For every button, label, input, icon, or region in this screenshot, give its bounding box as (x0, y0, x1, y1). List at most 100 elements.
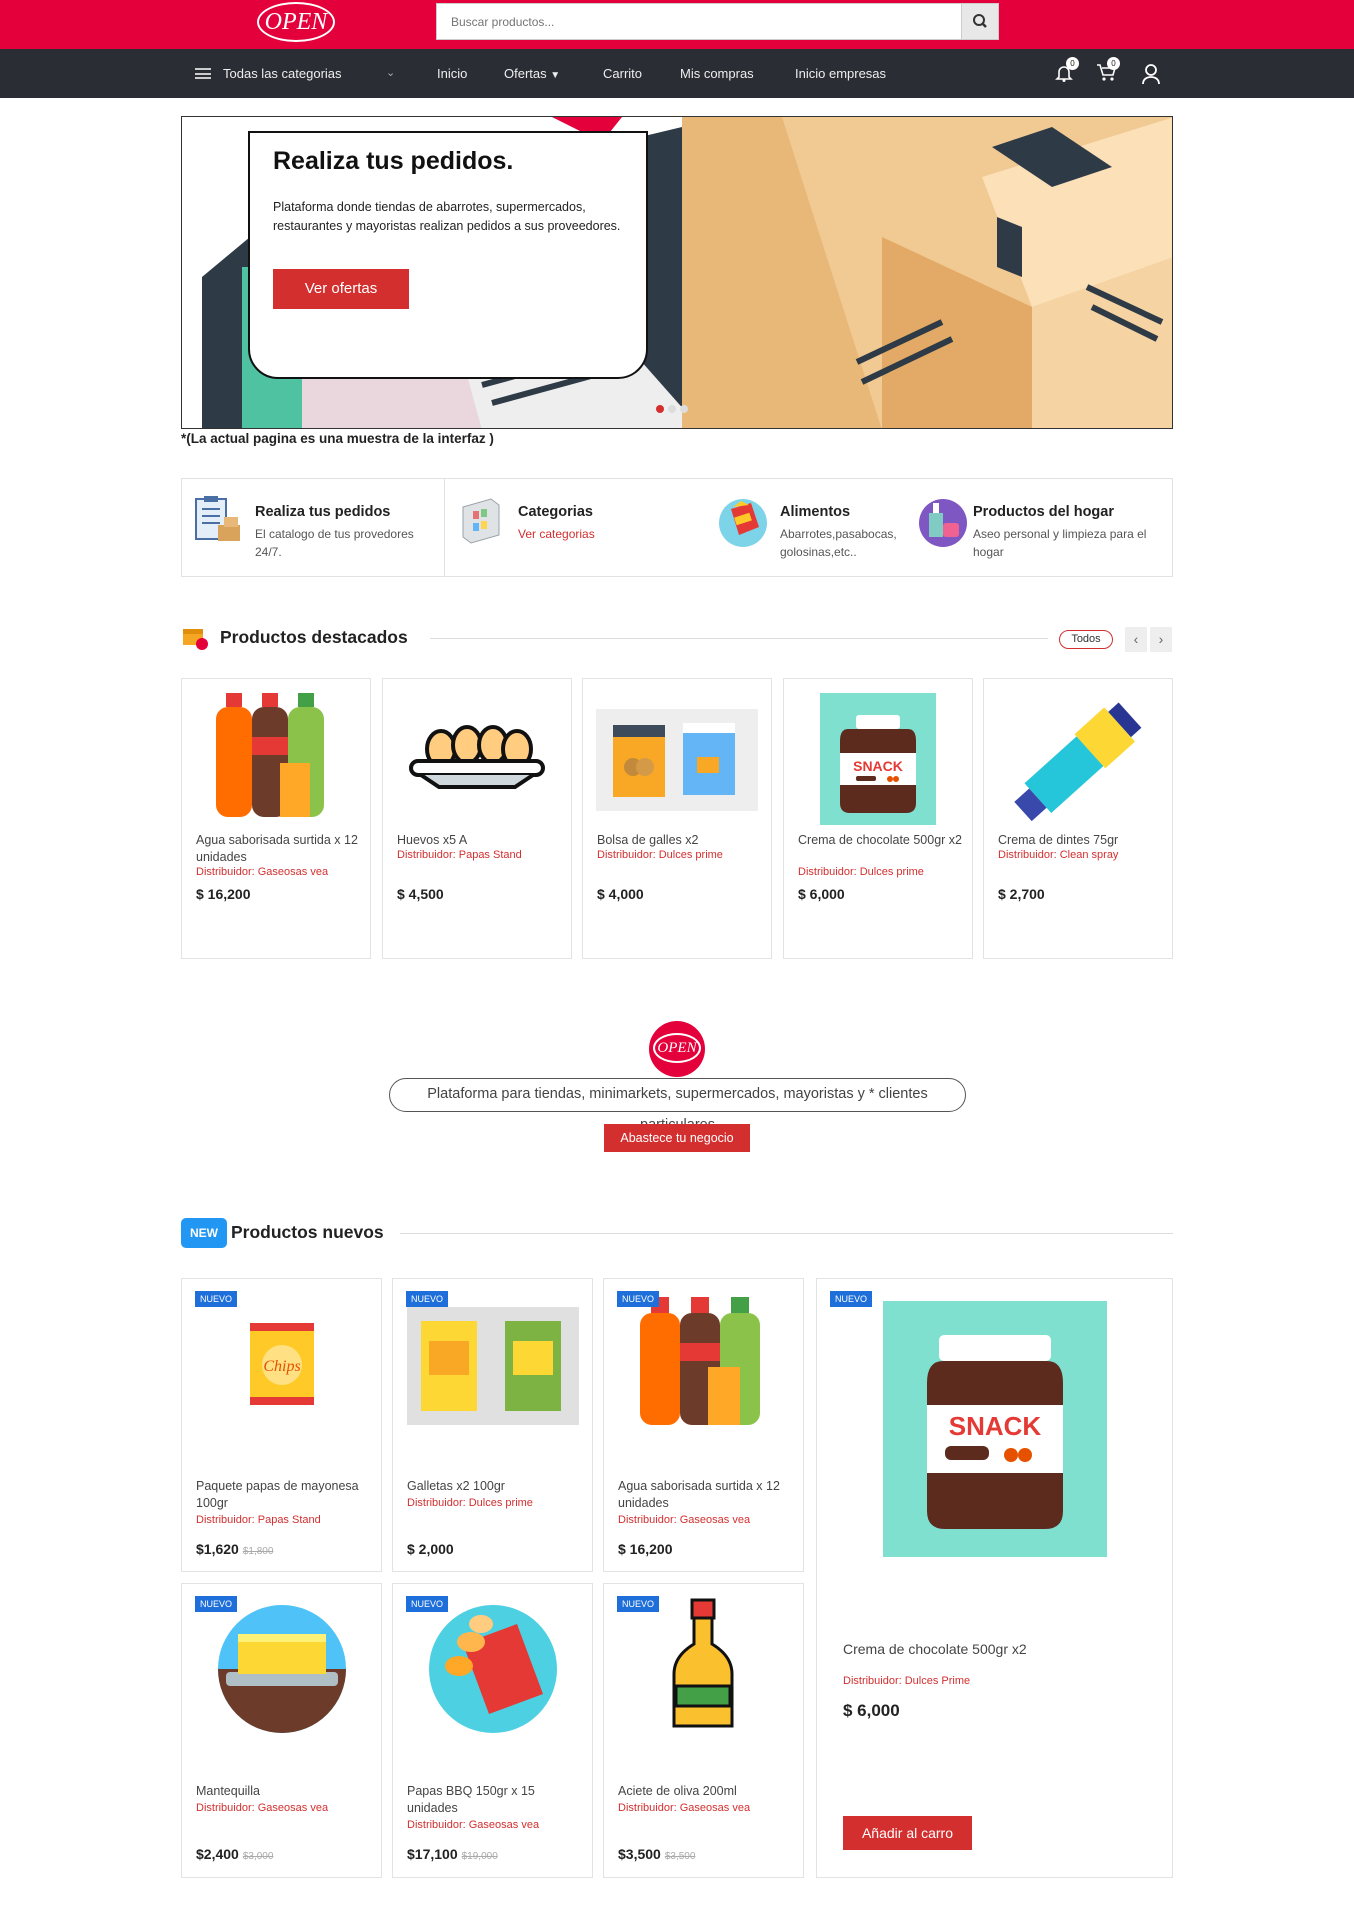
product-card[interactable]: NUEVO Chips Paquete papas de mayonesa 10… (181, 1278, 382, 1572)
clipboard-icon (195, 496, 240, 541)
product-card[interactable]: SNACK Crema de chocolate 500gr x2 Distri… (783, 678, 973, 959)
prev-arrow-button[interactable]: ‹ (1125, 627, 1147, 652)
nav-inicio-empresas[interactable]: Inicio empresas (795, 49, 886, 98)
svg-text:SNACK: SNACK (949, 1411, 1042, 1441)
categories-label: Todas las categorias (223, 66, 342, 81)
product-card[interactable]: Crema de dintes 75gr Distribuidor: Clean… (983, 678, 1173, 959)
hero-description: Plataforma donde tiendas de abarrotes, s… (273, 200, 621, 233)
product-distributor: Distribuidor: Dulces Prime (843, 1675, 971, 1687)
new-tag: NUEVO (617, 1596, 660, 1612)
new-tag: NUEVO (195, 1596, 238, 1612)
feature-hogar[interactable]: Productos del hogar Aseo personal y limp… (907, 479, 1172, 576)
product-card[interactable]: Agua saborisada surtida x 12 unidades Di… (181, 678, 371, 959)
search-button[interactable] (961, 4, 998, 39)
product-name[interactable]: Crema de chocolate 500gr x2 (798, 832, 963, 849)
promo-logo-text: OPEN (653, 1033, 701, 1063)
product-name[interactable]: Paquete papas de mayonesa 100gr (196, 1478, 376, 1512)
nav-carrito[interactable]: Carrito (603, 49, 642, 98)
featured-icon (183, 629, 208, 650)
product-distributor: Distribuidor: Papas Stand (397, 849, 522, 861)
product-name[interactable]: Crema de dintes 75gr (998, 832, 1118, 849)
product-card[interactable]: NUEVO Galletas x2 100gr Distribuidor: Du… (392, 1278, 593, 1572)
next-arrow-button[interactable]: › (1150, 627, 1172, 652)
product-name[interactable]: Agua saborisada surtida x 12 unidades (618, 1478, 798, 1512)
product-name[interactable]: Aciete de oliva 200ml (618, 1783, 737, 1800)
product-card[interactable]: Bolsa de galles x2 Distribuidor: Dulces … (582, 678, 772, 959)
new-tag: NUEVO (406, 1596, 449, 1612)
account-button[interactable] (1141, 63, 1165, 85)
categories-dropdown[interactable]: Todas las categorias ⌄ (195, 49, 405, 98)
product-name[interactable]: Papas BBQ 150gr x 15 unidades (407, 1783, 587, 1817)
features-bar: Realiza tus pedidos El catalogo de tus p… (181, 478, 1173, 577)
soda-bottles-image (640, 1297, 760, 1425)
product-card[interactable]: NUEVO Aciete de oliva 200ml Distribuidor… (603, 1583, 804, 1878)
product-distributor: Distribuidor: Dulces prime (798, 866, 924, 878)
product-price: $ 6,000 (843, 1701, 900, 1720)
hero-title: Realiza tus pedidos. (273, 147, 514, 175)
carousel-dot[interactable] (668, 405, 676, 413)
product-card[interactable]: NUEVO Mantequilla Distribuidor: Gaseosas… (181, 1583, 382, 1878)
price-current: $1,620 (196, 1541, 239, 1557)
product-card[interactable]: NUEVO Papas BBQ 150gr x 15 unidades Dist… (392, 1583, 593, 1878)
price-old: $3,500 (664, 1851, 696, 1862)
ver-ofertas-button[interactable]: Ver ofertas (273, 269, 409, 309)
product-distributor: Distribuidor: Dulces prime (597, 849, 723, 861)
product-price: $ 2,700 (998, 886, 1045, 902)
search-input[interactable] (437, 4, 962, 39)
todos-button[interactable]: Todos (1059, 630, 1113, 649)
price-current: $ 16,200 (618, 1541, 673, 1557)
search-bar (436, 3, 999, 40)
eggs-image (409, 725, 545, 789)
product-price: $ 16,200 (618, 1541, 673, 1557)
new-badge: NEW (181, 1218, 227, 1248)
product-price: $ 4,500 (397, 886, 444, 902)
snacks-icon (719, 499, 767, 547)
nav-ofertas-label: Ofertas (504, 66, 547, 81)
demo-note: *(La actual pagina es una muestra de la … (181, 431, 494, 446)
price-current: $ 2,000 (407, 1541, 454, 1557)
product-name[interactable]: Mantequilla (196, 1783, 260, 1800)
hero-banner: Realiza tus pedidos. Plataforma donde ti… (181, 116, 1173, 429)
add-to-cart-button[interactable]: Añadir al carro (843, 1816, 972, 1850)
new-tag: NUEVO (406, 1291, 449, 1307)
top-bar: OPEN (0, 0, 1354, 49)
logo[interactable]: OPEN (257, 2, 335, 42)
product-name[interactable]: Huevos x5 A (397, 832, 467, 849)
toothpaste-image (1014, 702, 1142, 822)
cart-button[interactable]: 0 (1096, 57, 1120, 85)
feature-pedidos[interactable]: Realiza tus pedidos El catalogo de tus p… (182, 479, 445, 576)
chocolate-jar-image: SNACK (883, 1301, 1107, 1557)
feature-categorias[interactable]: Categorias Ver categorias (445, 479, 707, 576)
soda-bottles-image (216, 693, 324, 817)
search-icon (973, 14, 987, 28)
carousel-dot[interactable] (680, 405, 688, 413)
butter-image (218, 1605, 346, 1733)
nav-inicio[interactable]: Inicio (437, 49, 467, 98)
product-distributor: Distribuidor: Gaseosas vea (407, 1819, 540, 1831)
feature-title: Categorias (518, 504, 593, 520)
nav-bar: Todas las categorias ⌄ Inicio Ofertas ▼ … (0, 49, 1354, 98)
bbq-chips-image (429, 1605, 557, 1733)
abastece-button[interactable]: Abastece tu negocio (604, 1124, 750, 1152)
product-card[interactable]: NUEVO Agua saborisada surtida x 12 unida… (603, 1278, 804, 1572)
product-distributor: Distribuidor: Gaseosas vea (196, 1802, 329, 1814)
product-distributor: Distribuidor: Papas Stand (196, 1514, 321, 1526)
crackers-image (407, 1307, 579, 1425)
product-name[interactable]: Agua saborisada surtida x 12 unidades (196, 832, 361, 866)
ver-categorias-link[interactable]: Ver categorias (518, 525, 595, 543)
divider (430, 638, 1048, 639)
carousel-dot[interactable] (656, 405, 664, 413)
product-card[interactable]: Huevos x5 A Distribuidor: Papas Stand $ … (382, 678, 572, 959)
product-name[interactable]: Galletas x2 100gr (407, 1478, 505, 1495)
product-distributor: Distribuidor: Gaseosas vea (618, 1514, 751, 1526)
product-price: $ 4,000 (597, 886, 644, 902)
feature-alimentos[interactable]: Alimentos Abarrotes,pasabocas, golosinas… (707, 479, 907, 576)
product-name[interactable]: Crema de chocolate 500gr x2 (843, 1641, 1027, 1658)
nav-ofertas[interactable]: Ofertas ▼ (504, 49, 560, 98)
nav-mis-compras[interactable]: Mis compras (680, 49, 754, 98)
featured-new-product-card[interactable]: NUEVO SNACK Crema de chocolate 500gr x2 … (816, 1278, 1173, 1878)
product-distributor: Distribuidor: Gaseosas vea (618, 1802, 751, 1814)
svg-text:Chips: Chips (263, 1358, 300, 1375)
notification-button[interactable]: 0 (1055, 57, 1079, 85)
product-name[interactable]: Bolsa de galles x2 (597, 832, 698, 849)
